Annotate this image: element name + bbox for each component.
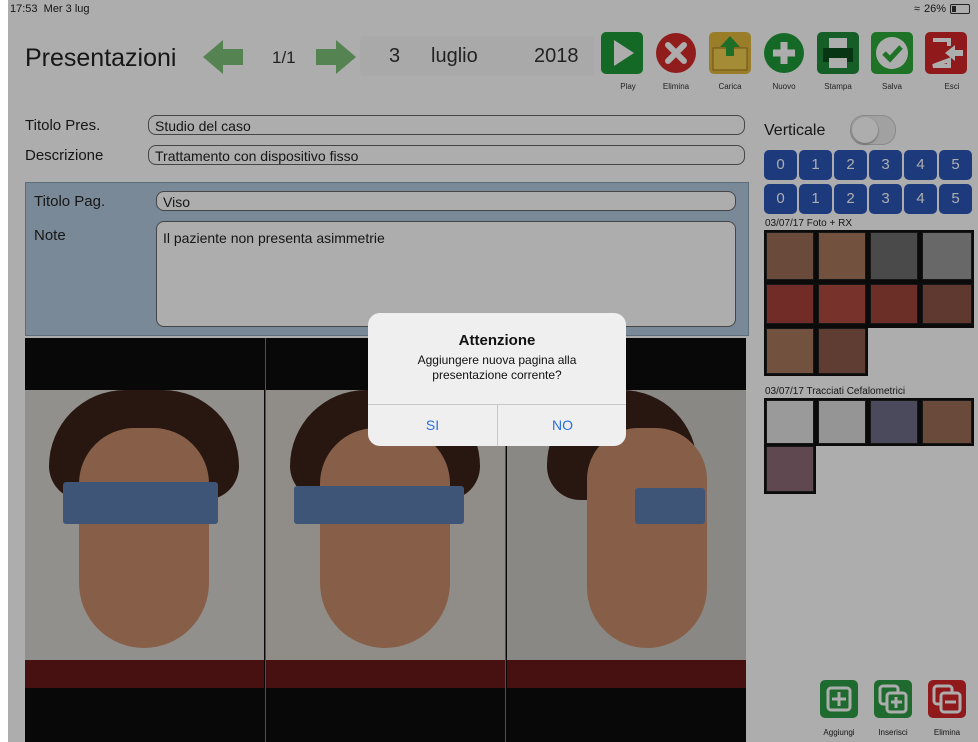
confirm-dialog: Attenzione Aggiungere nuova pagina alla … xyxy=(368,313,626,446)
dialog-title: Attenzione xyxy=(458,332,536,349)
app-screen: 17:53 Mer 3 lug ≈ 26% Presentazioni 1/1 … xyxy=(8,0,978,742)
dialog-yes-button[interactable]: SI xyxy=(368,404,497,446)
dialog-message: Aggiungere nuova pagina alla presentazio… xyxy=(417,353,577,382)
dialog-no-button[interactable]: NO xyxy=(498,404,626,446)
